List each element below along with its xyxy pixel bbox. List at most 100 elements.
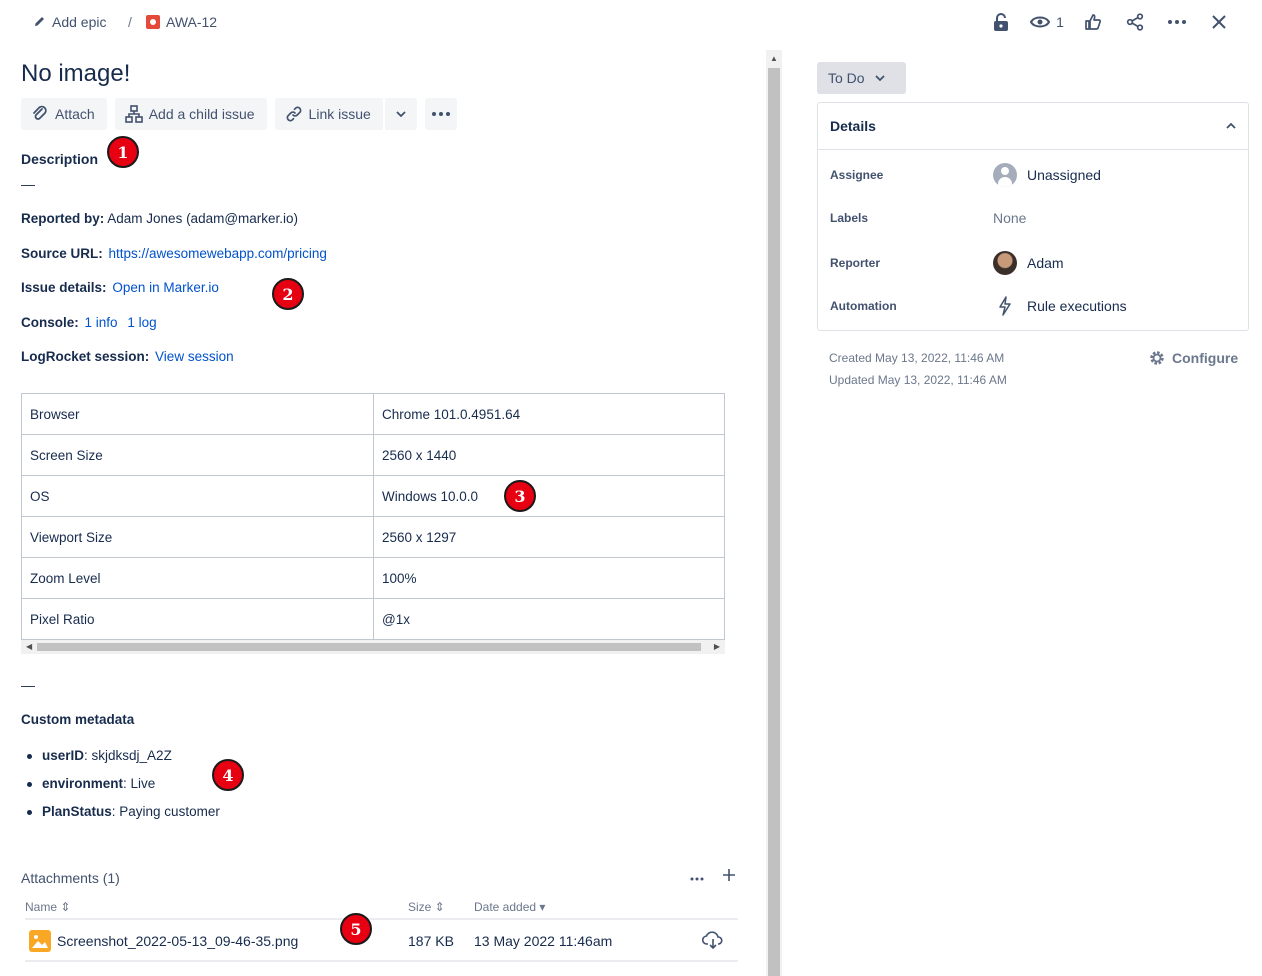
assignee-field[interactable]: Assignee Unassigned [830,160,1240,190]
reported-by-label: Reported by: [21,211,105,226]
attach-button[interactable]: Attach [21,98,107,130]
issue-toolbar: Attach Add a child issue Link issue [21,98,457,130]
top-bar: Add epic / AWA-12 1 [0,0,1262,44]
reporter-field[interactable]: Reporter Adam [830,248,1240,278]
status-dropdown[interactable]: To Do [817,62,906,94]
add-attachment-button[interactable] [722,868,736,885]
metadata-key: environment [42,776,124,791]
logrocket-line: LogRocket session: View session [21,349,234,364]
attachment-name[interactable]: Screenshot_2022-05-13_09-46-35.png [57,933,298,949]
more-actions-button[interactable] [1156,8,1198,36]
close-icon [1212,15,1226,29]
attachments-heading: Attachments (1) [21,870,120,886]
metadata-value: : skjdksdj_A2Z [84,748,172,763]
more-icon [690,877,704,881]
watch-count: 1 [1056,14,1064,30]
table-row: Browser Chrome 101.0.4951.64 [21,393,725,435]
main-vertical-scrollbar[interactable]: ▲ [766,50,782,976]
table-cell-value: 100% [373,557,725,599]
automation-value: Rule executions [1027,298,1127,314]
vote-button[interactable] [1072,8,1114,36]
table-cell-key: Browser [21,393,374,435]
list-item: environment: Live [27,776,220,804]
column-header-name[interactable]: Name ⇕ [25,900,70,914]
table-cell-key: OS [21,475,374,517]
issue-title[interactable]: No image! [21,60,130,88]
pencil-icon [34,14,46,30]
details-header[interactable]: Details [818,103,1248,150]
add-epic-breadcrumb[interactable]: Add epic [34,14,106,30]
link-icon [286,106,301,122]
source-url-line: Source URL: https://awesomewebapp.com/pr… [21,246,327,261]
download-cloud-icon[interactable] [701,930,724,955]
source-url-link[interactable]: https://awesomewebapp.com/pricing [109,246,327,261]
breadcrumb-separator: / [128,14,132,30]
scrollbar-thumb[interactable] [37,643,701,651]
table-cell-value: Windows 10.0.0 [373,475,725,517]
table-horizontal-scrollbar[interactable]: ◀ ▶ [21,640,725,654]
created-date: Created May 13, 2022, 11:46 AM [829,351,1005,365]
open-in-marker-link[interactable]: Open in Marker.io [112,280,219,295]
console-info-link[interactable]: 1 info [85,315,118,330]
table-cell-key: Zoom Level [21,557,374,599]
annotation-marker: 2 [272,278,304,310]
share-button[interactable] [1114,8,1156,36]
details-panel: Details Assignee Unassigned Labels None … [817,102,1249,331]
table-cell-value: 2560 x 1440 [373,434,725,476]
description-separator: — [21,176,35,192]
scroll-left-icon[interactable]: ◀ [26,642,32,651]
scrollbar-thumb[interactable] [768,68,780,976]
issue-key-breadcrumb[interactable]: AWA-12 [146,14,217,30]
labels-label: Labels [830,211,869,225]
table-row: OS Windows 10.0.0 [21,475,725,517]
add-child-issue-label: Add a child issue [148,106,255,122]
table-cell-key: Viewport Size [21,516,374,558]
description-heading: Description [21,151,99,167]
link-issue-label: Link issue [308,106,371,122]
column-header-size[interactable]: Size ⇕ [408,900,445,914]
lightning-icon [999,296,1011,316]
thumbs-up-icon [1085,14,1102,30]
automation-field[interactable]: Automation Rule executions [830,291,1240,321]
issue-actions: 1 [980,8,1240,36]
scroll-up-icon[interactable]: ▲ [770,54,778,63]
link-issue-dropdown[interactable] [384,98,417,130]
avatar [993,251,1017,275]
attachments-more-button[interactable] [690,868,704,885]
table-row[interactable]: Screenshot_2022-05-13_09-46-35.png 187 K… [25,920,738,962]
lock-button[interactable] [980,8,1022,36]
image-file-icon [29,930,51,952]
custom-metadata-list: userID: skjdksdj_A2Z environment: Live P… [27,748,220,832]
list-item: userID: skjdksdj_A2Z [27,748,220,776]
chevron-down-icon [396,111,406,117]
chevron-down-icon [874,75,885,81]
avatar [993,163,1017,187]
environment-table: Browser Chrome 101.0.4951.64 Screen Size 25… [21,393,725,640]
metadata-separator: — [21,677,35,693]
column-header-date[interactable]: Date added ▾ [474,900,545,914]
close-button[interactable] [1198,8,1240,36]
paperclip-icon [33,105,47,120]
view-session-link[interactable]: View session [155,349,234,364]
table-divider [25,960,738,962]
more-icon [431,112,450,116]
toolbar-more-button[interactable] [424,98,457,130]
annotation-marker: 5 [340,913,372,945]
console-log-link[interactable]: 1 log [127,315,156,330]
labels-field[interactable]: Labels None [830,203,1240,233]
watch-button[interactable]: 1 [1022,8,1072,36]
reported-by-value: Adam Jones (adam@marker.io) [104,211,299,226]
plus-icon [723,869,735,881]
link-issue-button[interactable]: Link issue [274,98,383,130]
add-child-issue-button[interactable]: Add a child issue [114,98,267,130]
add-epic-label: Add epic [52,14,107,30]
gear-icon [1150,351,1164,365]
attachments-actions [690,868,736,885]
table-row: Viewport Size 2560 x 1297 [21,516,725,558]
scroll-right-icon[interactable]: ▶ [714,642,720,651]
attach-label: Attach [55,106,95,122]
table-cell-key: Pixel Ratio [21,598,374,640]
table-cell-value: Chrome 101.0.4951.64 [373,393,725,435]
issue-details-label: Issue details: [21,280,107,295]
configure-button[interactable]: Configure [1148,349,1238,367]
